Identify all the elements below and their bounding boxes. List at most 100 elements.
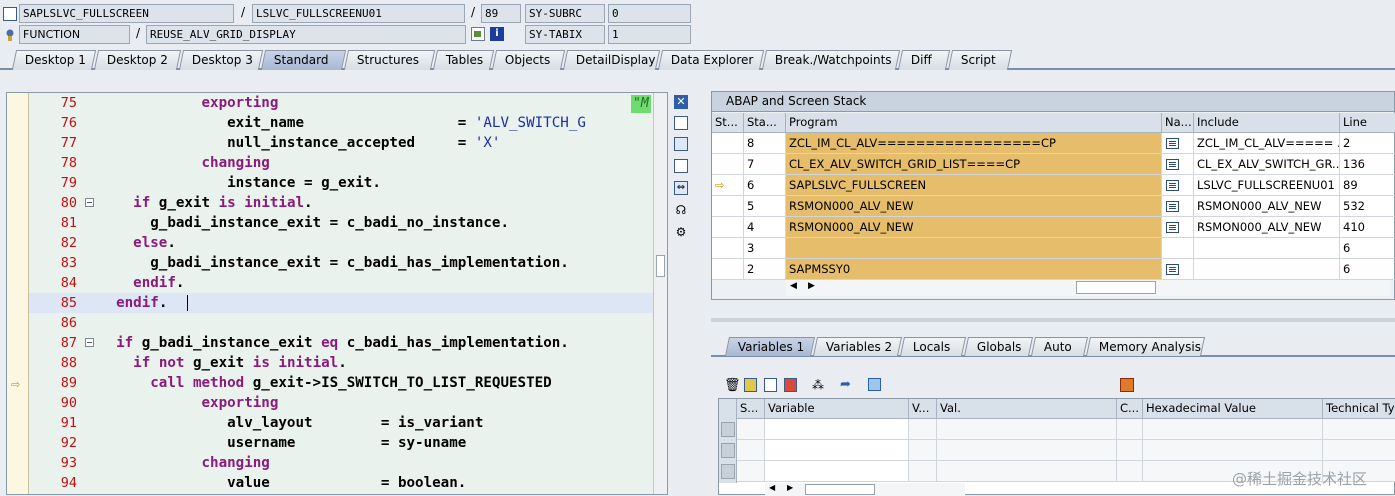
include-field[interactable]: LSLVC_FULLSCREENU01: [252, 4, 465, 23]
code-line[interactable]: 81 g_badi_instance_exit = c_badi_no_inst…: [29, 213, 653, 233]
tab-tables[interactable]: Tables: [432, 50, 495, 70]
tab-desktop-3[interactable]: Desktop 3: [178, 50, 264, 70]
code-line[interactable]: 82 else.: [29, 233, 653, 253]
code-line[interactable]: 91 alv_layout = is_variant: [29, 413, 653, 433]
tab-break-watchpoints[interactable]: Break./Watchpoints: [761, 50, 901, 70]
stack-row[interactable]: 4 RSMON000_ALV_NEW RSMON000_ALV_NEW 410: [712, 217, 1395, 238]
scroll-left-icon[interactable]: ◀: [790, 281, 797, 291]
code-line[interactable]: 83 g_badi_instance_exit = c_badi_has_imp…: [29, 253, 653, 273]
display-source-icon[interactable]: [1166, 180, 1179, 191]
stack-column-header[interactable]: Na...: [1162, 113, 1194, 133]
stack-column-header[interactable]: Sta...: [744, 113, 786, 133]
tab-desktop-1[interactable]: Desktop 1: [11, 50, 97, 70]
scroll-right-icon[interactable]: ▶: [808, 281, 815, 291]
sysvar-name-field[interactable]: SY-SUBRC: [525, 4, 605, 23]
code-line[interactable]: 78 changing: [29, 153, 653, 173]
tab-detaildisplay[interactable]: DetailDisplay: [562, 50, 661, 70]
hierarchy-icon[interactable]: ⁂: [812, 378, 824, 392]
code-line[interactable]: 84 endif.: [29, 273, 653, 293]
display-object-icon[interactable]: [471, 27, 485, 41]
splitter[interactable]: [711, 318, 1395, 322]
tab-structures[interactable]: Structures: [343, 50, 436, 70]
display-source-icon[interactable]: [1166, 159, 1179, 170]
scroll-right-icon[interactable]: ▶: [787, 483, 793, 492]
event-name-field[interactable]: REUSE_ALV_GRID_DISPLAY: [146, 25, 466, 44]
stack-row[interactable]: 36: [712, 238, 1395, 259]
var-tab-globals[interactable]: Globals: [963, 337, 1034, 356]
variables-column-header[interactable]: S...: [737, 399, 765, 419]
stack-hscroll[interactable]: ◀ ▶: [786, 279, 1390, 296]
append-row-icon[interactable]: [764, 378, 777, 392]
new-tool-icon[interactable]: [674, 116, 688, 130]
variables-hscroll[interactable]: ◀ ▶: [765, 483, 965, 496]
copy-icon[interactable]: [674, 137, 688, 151]
sysvar-value-field[interactable]: 0: [608, 4, 691, 23]
scroll-thumb[interactable]: [805, 484, 875, 495]
line-field[interactable]: 89: [481, 4, 521, 23]
code-line[interactable]: 89 call method g_exit->IS_SWITCH_TO_LIST…: [29, 373, 653, 393]
stack-column-header[interactable]: Program: [786, 113, 1162, 133]
fold-toggle[interactable]: −: [85, 338, 94, 347]
code-line[interactable]: 76 exit_name = 'ALV_SWITCH_G: [29, 113, 653, 133]
sysvar2-name-field[interactable]: SY-TABIX: [525, 25, 605, 44]
row-selector[interactable]: [721, 443, 735, 458]
variables-column-header[interactable]: C...: [1117, 399, 1143, 419]
tab-desktop-2[interactable]: Desktop 2: [93, 50, 182, 70]
close-icon[interactable]: ✕: [674, 95, 688, 109]
code-line[interactable]: 87 if g_badi_instance_exit eq c_badi_has…: [29, 333, 653, 353]
breakpoint-gutter[interactable]: [7, 93, 29, 494]
display-source-icon[interactable]: [1166, 138, 1179, 149]
save-icon[interactable]: [1120, 378, 1134, 392]
row-selector[interactable]: [721, 422, 735, 437]
stack-column-header[interactable]: Line: [1340, 113, 1395, 133]
display-source-icon[interactable]: [1166, 201, 1179, 212]
variables-column-header[interactable]: Val.: [937, 399, 1117, 419]
code-line[interactable]: 90 exporting: [29, 393, 653, 413]
info-icon[interactable]: i: [490, 27, 504, 41]
display-source-icon[interactable]: [1166, 264, 1179, 275]
display-source-icon[interactable]: [1166, 222, 1179, 233]
variables-column-header[interactable]: V...: [909, 399, 937, 419]
delete-icon[interactable]: 🗑: [724, 378, 741, 393]
code-line[interactable]: 75 exporting: [29, 93, 653, 113]
maximize-icon[interactable]: [674, 159, 688, 173]
sysvar2-value-field[interactable]: 1: [608, 25, 691, 44]
stack-row[interactable]: ⇨ 6 SAPLSLVC_FULLSCREEN LSLVC_FULLSCREENU01…: [712, 175, 1395, 196]
navigate-icon[interactable]: ➦: [840, 377, 851, 392]
stack-row[interactable]: 7 CL_EX_ALV_SWITCH_GRID_LIST====CP CL_EX_A…: [712, 154, 1395, 175]
code-area[interactable]: 75 exporting 76 exit_name = 'ALV_SWITCH_G…: [11, 93, 653, 494]
save-variant-icon[interactable]: [784, 378, 797, 392]
stack-column-header[interactable]: Include: [1194, 113, 1340, 133]
code-line[interactable]: 77 null_instance_accepted = 'X': [29, 133, 653, 153]
tab-objects[interactable]: Objects: [491, 50, 566, 70]
variables-column-header[interactable]: Variable: [765, 399, 909, 419]
scroll-thumb[interactable]: [1076, 281, 1156, 294]
source-editor[interactable]: 75 exporting 76 exit_name = 'ALV_SWITCH_G…: [6, 92, 668, 495]
var-tab-memory-analysis[interactable]: Memory Analysis: [1085, 337, 1206, 356]
code-line[interactable]: 86: [29, 313, 653, 333]
variable-input[interactable]: [765, 461, 909, 482]
code-line[interactable]: 85 endif.: [29, 293, 653, 313]
variables-column-header[interactable]: Hexadecimal Value: [1143, 399, 1323, 419]
editor-vertical-scrollbar[interactable]: [653, 93, 667, 494]
code-line[interactable]: 94 value = boolean.: [29, 473, 653, 493]
services-icon[interactable]: ☊: [674, 203, 688, 217]
var-tab-auto[interactable]: Auto: [1030, 337, 1089, 356]
code-line[interactable]: 79 instance = g_exit.: [29, 173, 653, 193]
tab-data-explorer[interactable]: Data Explorer: [657, 50, 765, 70]
row-selector[interactable]: [721, 464, 735, 479]
program-field[interactable]: SAPLSLVC_FULLSCREEN: [19, 4, 234, 23]
filter-icon[interactable]: [868, 378, 881, 391]
tab-standard[interactable]: Standard: [260, 50, 347, 70]
fold-toggle[interactable]: −: [85, 198, 94, 207]
stack-row[interactable]: 2 SAPMSSY0 6: [712, 259, 1395, 280]
variable-input[interactable]: [765, 419, 909, 440]
settings-icon[interactable]: ⚙: [674, 225, 688, 239]
var-tab-variables-1[interactable]: Variables 1: [724, 337, 816, 356]
var-tab-variables-2[interactable]: Variables 2: [812, 337, 903, 356]
stack-row[interactable]: 8 ZCL_IM_CL_ALV=================CP ZCL_IM_…: [712, 133, 1395, 154]
tab-script[interactable]: Script: [947, 50, 1013, 70]
scroll-thumb[interactable]: [656, 255, 665, 277]
stack-column-header[interactable]: St...: [712, 113, 744, 133]
variable-input[interactable]: [765, 440, 909, 461]
